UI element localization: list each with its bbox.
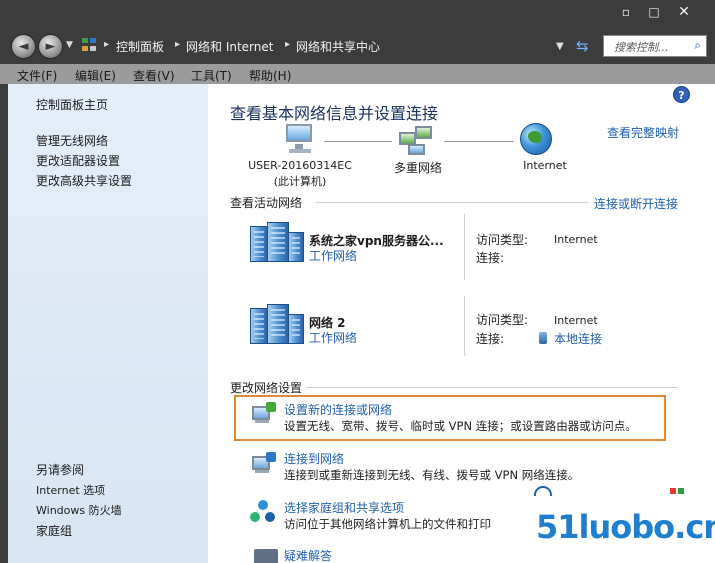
section-divider [316,202,588,203]
maximize-button[interactable]: □ [639,2,669,22]
sidebar-item-internet-options[interactable]: Internet 选项 [36,482,105,498]
network-divider [464,214,465,280]
forward-button[interactable]: ► [38,34,63,59]
breadcrumb-item-network-sharing-center[interactable]: 网络和共享中心 [296,38,380,55]
menu-bar: 文件(F) 编辑(E) 查看(V) 工具(T) 帮助(H) [0,64,715,84]
troubleshoot-icon[interactable] [254,549,278,563]
access-type-value: Internet [554,314,598,327]
map-connector-line [324,141,392,142]
homegroup-options-link[interactable]: 选择家庭组和共享选项 [284,499,404,516]
minimize-button[interactable]: ▫ [611,2,641,22]
menu-file[interactable]: 文件(F) [17,67,57,84]
setup-connection-link[interactable]: 设置新的连接或网络 [284,401,392,418]
computer-icon[interactable] [283,122,317,156]
network-building-icon[interactable] [250,222,308,264]
title-bar: ▫ □ ✕ [0,0,715,28]
address-dropdown-icon[interactable]: ▼ [556,41,564,52]
watermark-text: 51luobo.cn [536,508,715,546]
watermark: 51luobo.cn [500,486,715,563]
menu-help[interactable]: 帮助(H) [249,67,291,84]
search-input[interactable]: 搜索控制... ⌕ [603,35,707,57]
multiple-networks-icon[interactable] [399,124,435,158]
connect-to-network-desc: 连接到或重新连接到无线、有线、拨号或 VPN 网络连接。 [284,468,580,482]
menu-tools[interactable]: 工具(T) [191,67,232,84]
see-also-heading: 另请参阅 [36,463,85,477]
sidebar-item-windows-firewall[interactable]: Windows 防火墙 [36,502,122,518]
connect-to-network-link[interactable]: 连接到网络 [284,450,344,467]
menu-view[interactable]: 查看(V) [133,67,175,84]
setup-connection-desc: 设置无线、宽带、拨号、临时或 VPN 连接；或设置路由器或访问点。 [284,419,637,433]
access-type-value: Internet [554,233,598,246]
connect-network-icon[interactable] [252,452,278,476]
sidebar-item-control-panel-home[interactable]: 控制面板主页 [36,96,108,113]
sidebar-item-advanced-sharing[interactable]: 更改高级共享设置 [36,172,132,189]
control-panel-icon [82,38,98,53]
recent-pages-chevron-icon[interactable]: ▼ [66,40,73,50]
access-type-label: 访问类型: [476,233,529,247]
address-toolbar: ◄ ► ▼ ▸ 控制面板 ▸ 网络和 Internet ▸ 网络和共享中心 ▼ … [0,28,715,64]
change-settings-heading: 更改网络设置 [230,381,303,395]
search-icon[interactable]: ⌕ [694,38,701,53]
connect-disconnect-link[interactable]: 连接或断开连接 [594,195,678,212]
active-networks-heading: 查看活动网络 [230,196,303,210]
homegroup-options-desc: 访问位于其他网络计算机上的文件和打印 [284,517,491,531]
sidebar: 控制面板主页 管理无线网络 更改适配器设置 更改高级共享设置 另请参阅 Inte… [8,84,208,563]
new-connection-icon[interactable] [252,402,278,426]
help-icon[interactable]: ? [673,86,690,103]
search-placeholder: 搜索控制... [614,41,669,54]
watermark-logo-icon [678,488,684,494]
sidebar-item-adapter-settings[interactable]: 更改适配器设置 [36,152,120,169]
refresh-icon[interactable]: ⇆ [576,37,589,55]
breadcrumb[interactable]: ▸ 控制面板 ▸ 网络和 Internet ▸ 网络和共享中心 [80,35,570,57]
breadcrumb-separator-icon[interactable]: ▸ [104,39,109,50]
sidebar-item-manage-wireless[interactable]: 管理无线网络 [36,132,108,149]
page-title: 查看基本网络信息并设置连接 [230,104,439,123]
see-full-map-link[interactable]: 查看完整映射 [607,124,679,141]
local-connection-link[interactable]: 本地连接 [554,330,602,347]
breadcrumb-separator-icon[interactable]: ▸ [285,39,290,50]
network-type-link[interactable]: 工作网络 [309,247,357,264]
breadcrumb-item-network-internet[interactable]: 网络和 Internet [186,38,273,55]
breadcrumb-item-control-panel[interactable]: 控制面板 [116,38,164,55]
connection-label: 连接: [476,251,505,265]
network-divider [464,296,465,356]
connection-label: 连接: [476,332,505,346]
back-button[interactable]: ◄ [11,34,36,59]
watermark-logo-icon [534,486,552,496]
map-connector-line [444,141,514,142]
breadcrumb-separator-icon[interactable]: ▸ [175,39,180,50]
access-type-label: 访问类型: [476,313,529,327]
multiple-networks-label: 多重网络 [393,161,442,175]
sidebar-item-homegroup[interactable]: 家庭组 [36,522,72,539]
watermark-logo-icon [670,488,676,494]
network-building-icon[interactable] [250,304,308,346]
menu-edit[interactable]: 编辑(E) [75,67,116,84]
computer-name-label: USER-20160314EC [248,159,352,172]
local-connection-icon [539,332,547,344]
section-divider [306,387,678,388]
close-button[interactable]: ✕ [669,2,699,22]
homegroup-icon[interactable] [250,500,276,526]
computer-this-label: (此计算机) [273,175,327,188]
internet-label: Internet [523,159,567,172]
troubleshoot-link[interactable]: 疑难解答 [284,547,332,563]
network-type-link[interactable]: 工作网络 [309,329,357,346]
globe-icon[interactable] [520,123,552,155]
